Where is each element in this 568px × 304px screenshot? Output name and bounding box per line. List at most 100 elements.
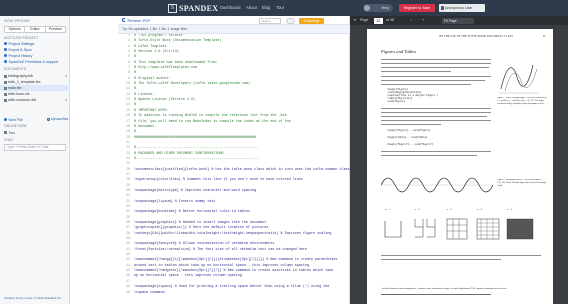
new-file-button[interactable]: New File [4,117,23,122]
refresh-label: Refresh PDF [127,17,151,23]
body-text-line [381,80,485,82]
tab-preview[interactable]: Preview [45,27,65,32]
sine-wave-figure [381,177,493,193]
document-name: bibliography.bib [8,74,33,78]
help-label: Help [381,6,389,10]
page-number-input[interactable]: 22 [374,17,383,24]
line-number: 49 [125,290,130,295]
body-text-line [381,155,477,157]
page-label: Page [360,18,369,22]
refresh-pdf-button[interactable]: Refresh PDF [122,18,151,23]
lint-toggle[interactable] [286,17,295,24]
online-user-name: You [8,130,15,135]
tab-options[interactable]: Options [5,27,26,32]
user-menu-button[interactable]: Anonymous User 075899 [439,4,485,18]
zoom-select[interactable]: Fit Page [442,17,474,24]
top-navbar: S SPANDEX Dashboard About Blog Tour Help… [0,0,568,18]
upload-icon [47,117,50,121]
hilbert-label: n = 5 [507,208,512,211]
feedback-label: SpanDeX Feedback & support [8,59,59,64]
online-user: You [4,130,15,135]
body-text-line [381,67,489,69]
help-toggle[interactable]: Help [363,4,393,12]
user-icon [440,6,444,10]
file-icon [4,92,7,96]
body-text-line [381,116,487,118]
nav-tour[interactable]: Tour [276,5,284,10]
line-text: \xspace command [134,290,165,295]
feedback-link[interactable]: SpanDeX Feedback & support [4,59,58,64]
export-sync-link[interactable]: Export & Sync [4,47,32,52]
nav-blog[interactable]: Blog [262,5,270,10]
nav-dashboard[interactable]: Dashboard [220,5,241,10]
page-count: of 48 [386,18,394,22]
tab-editor[interactable]: Editor [25,27,46,32]
body-text-line [381,120,491,122]
hilbert-label: n = 2 [415,208,420,211]
help-toggle-icon [364,5,370,11]
section-heading: Figures and Tables [381,49,417,54]
export-icon [4,48,7,51]
margin-caption: Figure 2: This graph shows y = sin x fro… [497,179,547,187]
pdf-preview-pane: ▾ Page 22 of 48 − + Fit Page ON THE USE … [350,16,568,304]
hilbert-label: n = 1 [385,208,390,211]
untitled-project-title: UNTITLED PROJECT [4,36,39,40]
project-settings-link[interactable]: Project Settings [4,41,34,46]
chevron-down-icon[interactable]: ▾ [65,97,67,103]
document-name: tufte-common.def [8,98,36,102]
code-line[interactable]: 49 \xspace command [118,291,350,296]
file-icon [4,74,7,78]
document-name: main.tex [8,86,22,90]
final-text-line: As with sidenotes and marginnotes, a cap… [381,287,507,290]
pdf-page[interactable]: ON THE USE OF THE TUFTE-BOOK DOCUMENT CL… [367,29,553,304]
code-line: \end{figure} [387,100,406,103]
refresh-icon [122,18,126,22]
history-icon [4,54,7,57]
nav-about[interactable]: About [246,5,257,10]
document-name: tufte-book.cls [8,92,30,96]
document-name: tufte_1_template.tex [8,80,41,84]
body-text-line [381,112,491,114]
plus-icon [4,118,7,121]
brand[interactable]: S SPANDEX [168,3,218,13]
body-text-line [381,108,491,110]
body-text-line [381,76,491,78]
body-text-line [381,294,491,296]
zoom-in-icon[interactable]: + [422,18,424,22]
chat-title: CHAT [4,138,14,142]
register-button[interactable]: Register to Save [399,4,435,12]
caption-line [381,255,541,257]
margin-caption: Figure 1: This is a margin figure. The h… [497,97,547,105]
code-editor[interactable]: 1% !TEX program = xelatex 2% Tufte-Style … [118,34,350,304]
upload-files-button[interactable]: Upload files [47,117,68,121]
hilbert-label: n = 3 [447,208,452,211]
file-icon [4,98,7,102]
settings-icon [4,42,7,45]
footer-links[interactable]: Contact | Terms of Use | © 2014 SpanDeX … [4,296,62,300]
helix-figure [499,64,539,94]
body-text-line [381,59,491,61]
env-line: \begin{table}...\end{table} [387,136,428,139]
project-history-label: Project History [8,53,33,58]
view-toggle: Options Editor Preview [4,26,66,33]
brand-name: SPANDEX [179,3,219,13]
export-sync-label: Export & Sync [8,47,32,52]
file-icon [4,80,7,84]
upload-label: Upload files [51,117,69,121]
hilbert-label: n = 4 [477,208,482,211]
body-text-line [381,124,441,126]
chat-input[interactable]: Type + Press Enter To Chat [4,144,66,151]
running-head: ON THE USE OF THE TUFTE-BOOK DOCUMENT CL… [439,35,514,38]
search-input[interactable]: search [259,17,281,24]
page-down-icon[interactable]: ▾ [354,18,356,22]
warnings-badge[interactable]: 3 warnings [299,17,324,24]
zoom-out-icon[interactable]: − [410,18,412,22]
env-line: \begin{figure}...\end{figure} [387,129,431,132]
file-icon [4,86,7,90]
project-history-link[interactable]: Project History [4,53,32,58]
user-icon [4,131,7,134]
body-text-line [381,151,491,153]
page-number: 21 [543,35,546,38]
brand-logo-icon: S [168,3,177,13]
document-item[interactable]: tufte-common.def ▾ [0,97,70,103]
